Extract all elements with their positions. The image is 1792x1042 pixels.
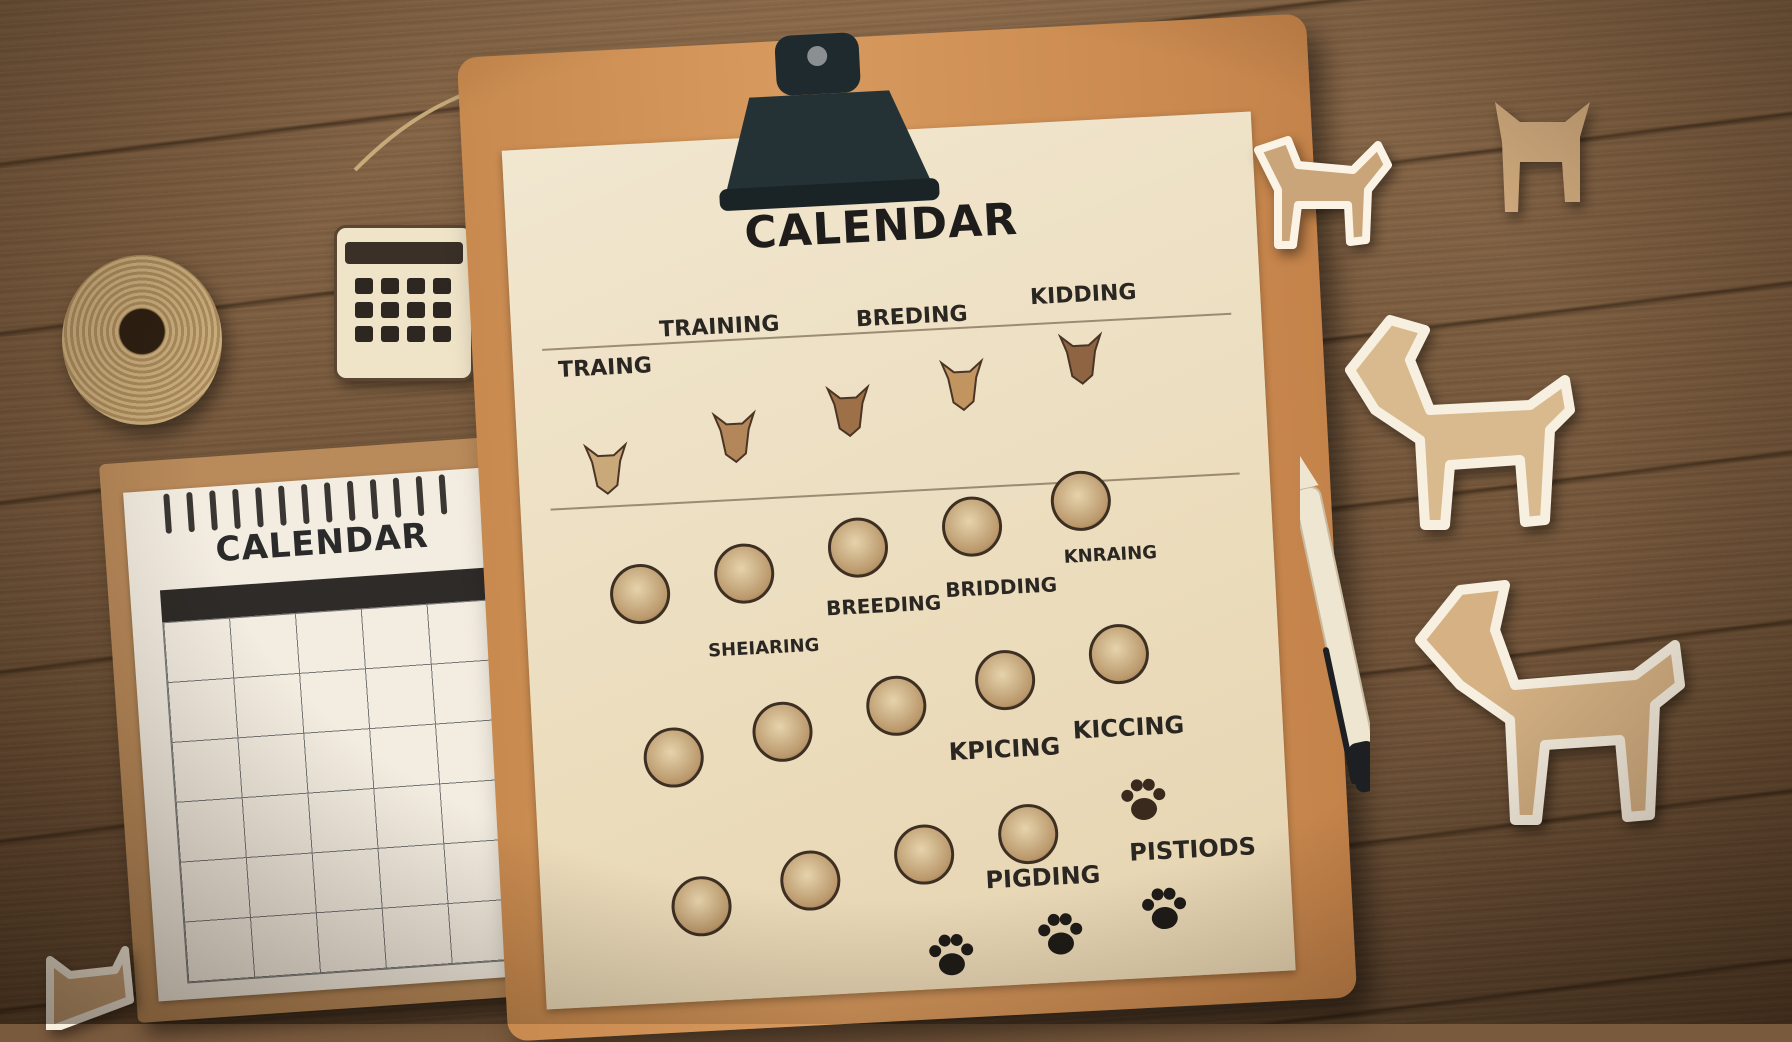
- coin-icon: [750, 700, 815, 764]
- coin-icon: [670, 874, 734, 938]
- twine-spool: [62, 255, 222, 425]
- label-kpicing: KPICING: [948, 732, 1061, 767]
- label-pigding: PIGDING: [984, 860, 1102, 895]
- goat-head-icon: [711, 409, 756, 464]
- calendar-icon-header: [345, 242, 463, 264]
- pen: [1300, 453, 1370, 793]
- label-sheiaring: SHEIARING: [707, 634, 820, 662]
- goat-sticker-icon: [1495, 102, 1590, 212]
- paw-print-icon: [1121, 778, 1166, 820]
- coin-icon: [608, 562, 672, 626]
- coin-icon: [973, 648, 1037, 712]
- coin-icon: [712, 542, 776, 606]
- goat-head-icon: [582, 441, 628, 495]
- grid-line: [550, 472, 1240, 511]
- calendar-icon-days: [355, 278, 451, 342]
- coin-icon: [940, 495, 1004, 559]
- label-bridding: BRIDDING: [944, 572, 1058, 603]
- coin-icon: [778, 849, 842, 913]
- goat-head-icon: [939, 357, 984, 412]
- label-breeding: BREEDING: [825, 590, 942, 621]
- coin-icon: [892, 823, 956, 887]
- clipboard: CALENDAR TRAINING BREDING KIDDING TRAING…: [456, 13, 1358, 1042]
- goat-sticker-icon: [46, 946, 134, 1030]
- goat-head-icon: [825, 383, 870, 438]
- label-kiccing: KICCING: [1072, 710, 1185, 745]
- goat-sticker-icon: [1415, 580, 1685, 825]
- label-kidding: KIDDING: [1029, 279, 1138, 311]
- coin-icon: [996, 802, 1060, 866]
- calendar-icon-sticker: [334, 225, 474, 381]
- label-knraing: KNRAING: [1063, 541, 1158, 568]
- coin-icon: [826, 516, 890, 580]
- coin-icon: [864, 674, 928, 738]
- clipboard-paper: CALENDAR TRAINING BREDING KIDDING TRAING…: [501, 111, 1296, 1010]
- clipboard-clip: [719, 32, 940, 211]
- notepad-day-grid: [162, 599, 517, 984]
- paw-print-icon: [1038, 913, 1083, 955]
- label-traing: TRAING: [557, 353, 653, 384]
- paw-print-icon: [929, 933, 974, 976]
- goat-head-icon: [1057, 331, 1103, 385]
- coin-icon: [1087, 622, 1151, 686]
- coin-icon: [642, 725, 706, 790]
- goat-sticker-icon: [1254, 136, 1392, 249]
- label-pistiods: PISTIODS: [1128, 832, 1257, 867]
- paw-print-icon: [1142, 887, 1187, 930]
